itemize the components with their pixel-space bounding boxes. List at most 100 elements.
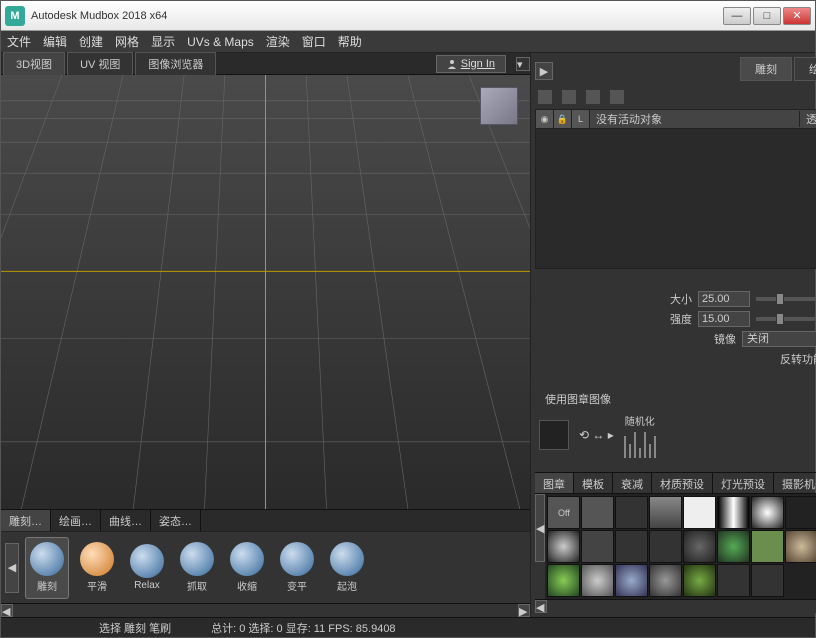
swatch-6[interactable] xyxy=(785,496,816,529)
stab-4[interactable]: 灯光预设 xyxy=(713,473,774,493)
menu-编辑[interactable]: 编辑 xyxy=(43,33,67,50)
status-hint: 选择 雕刻 笔刷 xyxy=(99,620,171,636)
3d-viewport[interactable] xyxy=(1,75,530,509)
tool-scrollbar[interactable]: ◀▶ xyxy=(1,603,530,617)
tool-Relax[interactable]: Relax xyxy=(125,537,169,599)
stab-3[interactable]: 材质预设 xyxy=(652,473,713,493)
tool-tabs: 雕刻…绘画…曲线…姿态… xyxy=(1,509,530,531)
menu-帮助[interactable]: 帮助 xyxy=(338,33,362,50)
tooltab-1[interactable]: 绘画… xyxy=(51,510,101,532)
swatch-11[interactable] xyxy=(683,530,716,563)
swatch-1[interactable] xyxy=(615,496,648,529)
swatch-0[interactable] xyxy=(581,496,614,529)
menu-显示[interactable]: 显示 xyxy=(151,33,175,50)
signin-label: Sign In xyxy=(461,58,495,70)
swatch-5[interactable] xyxy=(751,496,784,529)
swatch-3[interactable] xyxy=(683,496,716,529)
tool-平滑[interactable]: 平滑 xyxy=(75,537,119,599)
viewtab-0[interactable]: 3D视图 xyxy=(3,52,65,76)
status-stats: 总计: 0 选择: 0 显存: 11 FPS: 85.9408 xyxy=(211,620,395,636)
window-title: Autodesk Mudbox 2018 x64 xyxy=(31,10,723,22)
statusbar: 选择 雕刻 笔刷 总计: 0 选择: 0 显存: 11 FPS: 85.9408 xyxy=(1,617,815,637)
swatch-15[interactable] xyxy=(547,564,580,597)
viewcube[interactable] xyxy=(480,87,518,125)
menu-创建[interactable]: 创建 xyxy=(79,33,103,50)
minimize-button[interactable]: — xyxy=(723,7,751,25)
swatch-7[interactable] xyxy=(547,530,580,563)
strength-input[interactable] xyxy=(698,311,750,327)
rtab-1[interactable]: 绘画 xyxy=(794,57,816,81)
strength-slider[interactable] xyxy=(756,317,816,321)
stab-0[interactable]: 图章 xyxy=(535,473,574,493)
menu-网格[interactable]: 网格 xyxy=(115,33,139,50)
new-layer-icon[interactable] xyxy=(537,89,553,105)
swatch-8[interactable] xyxy=(581,530,614,563)
titlebar: M Autodesk Mudbox 2018 x64 — □ ✕ xyxy=(1,1,815,31)
merge-icon[interactable] xyxy=(609,89,625,105)
stamp-grid: Off xyxy=(545,494,816,599)
tooltab-3[interactable]: 姿态… xyxy=(151,510,201,532)
tool-雕刻[interactable]: 雕刻 xyxy=(25,537,69,599)
signin-dropdown[interactable]: ▾ xyxy=(516,57,530,71)
menu-渲染[interactable]: 渲染 xyxy=(266,33,290,50)
stamp-section: 使用图章图像 ⟲ ↔ ▸ 随机化 xyxy=(535,387,816,462)
tool-变平[interactable]: 变平 xyxy=(275,537,319,599)
opacity-label: 透明度 xyxy=(799,111,816,127)
swatch-9[interactable] xyxy=(615,530,648,563)
layer-empty-text: 没有活动对象 xyxy=(590,111,799,127)
signin-button[interactable]: Sign In xyxy=(436,55,506,73)
close-button[interactable]: ✕ xyxy=(783,7,811,25)
rtab-0[interactable]: 雕刻 xyxy=(740,57,792,81)
tooltab-2[interactable]: 曲线… xyxy=(101,510,151,532)
tool-收缩[interactable]: 收缩 xyxy=(225,537,269,599)
use-stamp-label: 使用图章图像 xyxy=(545,391,611,407)
layer-toolbar xyxy=(535,85,816,109)
mirror-select[interactable]: 关闭 xyxy=(742,331,816,347)
stab-2[interactable]: 衰减 xyxy=(613,473,652,493)
folder-icon[interactable] xyxy=(561,89,577,105)
swatch-16[interactable] xyxy=(581,564,614,597)
layer-list[interactable] xyxy=(535,129,816,269)
maximize-button[interactable]: □ xyxy=(753,7,781,25)
size-input[interactable] xyxy=(698,291,750,307)
tool-scroll-left[interactable]: ◀ xyxy=(5,543,19,593)
lock-icon[interactable]: 🔒 xyxy=(554,110,572,128)
swatch-20[interactable] xyxy=(717,564,750,597)
swatch-17[interactable] xyxy=(615,564,648,597)
mirror-label: 镜像 xyxy=(714,331,736,347)
layer-l: L xyxy=(572,110,590,128)
tooltab-0[interactable]: 雕刻… xyxy=(1,510,51,532)
stamp-transform-icons[interactable]: ⟲ ↔ ▸ xyxy=(579,428,614,442)
stab-5[interactable]: 摄影机书签 xyxy=(774,473,816,493)
size-slider[interactable] xyxy=(756,297,816,301)
stamp-preview[interactable] xyxy=(539,420,569,450)
tool-抓取[interactable]: 抓取 xyxy=(175,537,219,599)
randomize-label: 随机化 xyxy=(625,413,655,428)
swatch-12[interactable] xyxy=(717,530,750,563)
swatch-14[interactable] xyxy=(785,530,816,563)
panel-collapse[interactable]: ▶ xyxy=(535,62,553,80)
size-label: 大小 xyxy=(670,291,692,307)
swatch-21[interactable] xyxy=(751,564,784,597)
stab-1[interactable]: 模板 xyxy=(574,473,613,493)
swatch-13[interactable] xyxy=(751,530,784,563)
viewtab-2[interactable]: 图像浏览器 xyxy=(135,52,216,76)
swatch-4[interactable] xyxy=(717,496,750,529)
viewtab-1[interactable]: UV 视图 xyxy=(67,52,133,76)
invert-label: 反转功能 xyxy=(780,351,816,367)
swatch-18[interactable] xyxy=(649,564,682,597)
swatch-19[interactable] xyxy=(683,564,716,597)
swatch-2[interactable] xyxy=(649,496,682,529)
swatch-scrollbar[interactable]: ◀▶ xyxy=(535,599,816,613)
menu-文件[interactable]: 文件 xyxy=(7,33,31,50)
tool-起泡[interactable]: 起泡 xyxy=(325,537,369,599)
swatch-off[interactable]: Off xyxy=(547,496,580,529)
eye-icon[interactable]: ◉ xyxy=(536,110,554,128)
swatch-10[interactable] xyxy=(649,530,682,563)
swatch-scroll-left[interactable]: ◀ xyxy=(535,494,545,562)
menu-窗口[interactable]: 窗口 xyxy=(302,33,326,50)
menu-UVs & Maps[interactable]: UVs & Maps xyxy=(187,35,254,49)
layer-header: ◉ 🔒 L 没有活动对象 透明度 xyxy=(535,109,816,129)
delete-icon[interactable] xyxy=(585,89,601,105)
app-logo: M xyxy=(5,6,25,26)
